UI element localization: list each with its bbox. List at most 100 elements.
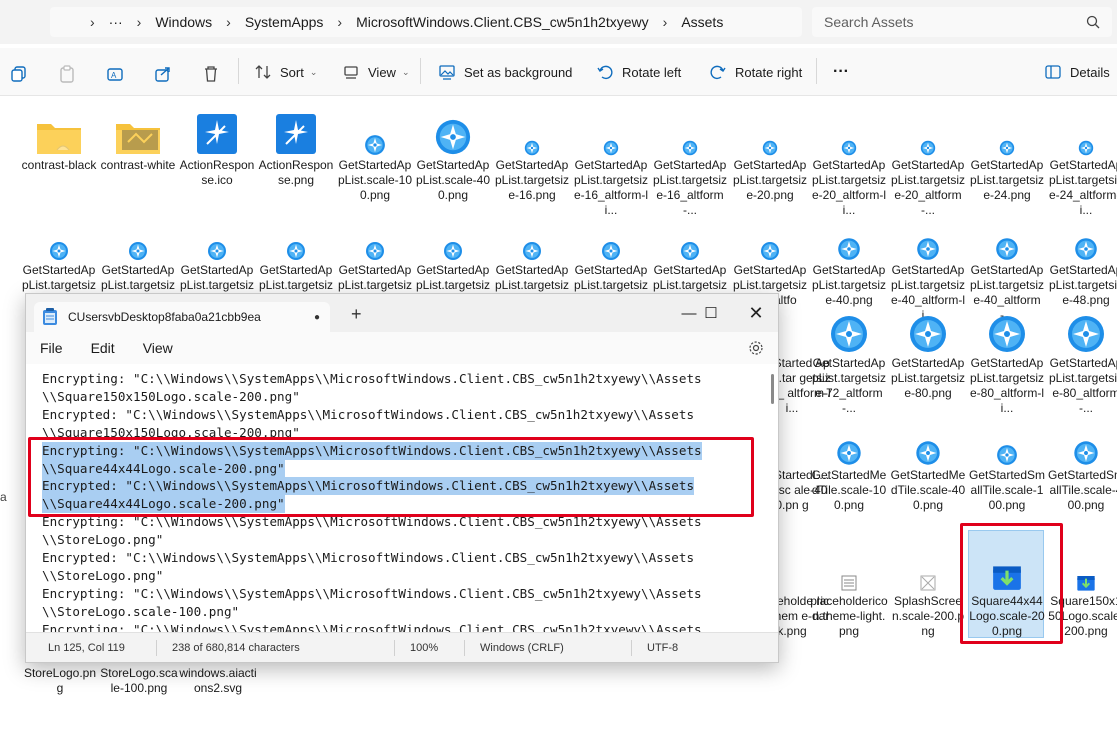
file-item-thumbnail — [99, 102, 177, 156]
rename-button[interactable]: A — [106, 60, 132, 88]
breadcrumb-systemapps[interactable]: SystemApps — [245, 14, 324, 30]
file-item[interactable]: ActionResponse.ico — [178, 102, 256, 188]
chevron-right-icon: › — [226, 14, 231, 30]
notepad-tab[interactable]: CUsersvbDesktop8faba0a21cbb9ea ● — [34, 302, 330, 332]
character-count: 238 of 680,814 characters — [172, 642, 300, 654]
file-name-label: contrast-black — [21, 158, 97, 172]
line-ending[interactable]: Windows (CRLF) — [480, 642, 564, 654]
notepad-icon — [43, 308, 57, 325]
menu-file[interactable]: File — [40, 340, 63, 356]
file-item[interactable]: GetStartedMedTile.scale-400.png — [889, 412, 967, 513]
file-item[interactable]: GetStartedAppList.targetsize-20_altform-… — [889, 102, 967, 218]
share-button[interactable] — [154, 60, 180, 88]
file-item[interactable]: GetStartedAppList.targetsize-20_altform-… — [810, 102, 888, 218]
file-item[interactable]: ActionResponse.png — [257, 102, 335, 188]
notepad-menu-bar: File Edit View — [26, 332, 778, 364]
file-item[interactable]: GetStartedAppList.targetsize-16.png — [493, 102, 571, 203]
file-item-thumbnail — [731, 102, 809, 156]
file-item[interactable]: GetStartedAppList.targetsize-80_altform-… — [1047, 300, 1117, 416]
file-name-label: ActionResponse.png — [258, 158, 334, 187]
view-button[interactable]: View ⌄ — [342, 58, 410, 86]
file-item-thumbnail — [651, 102, 729, 156]
rotate-left-button[interactable]: Rotate left — [596, 58, 681, 86]
text-line[interactable]: Encrypting: "C:\\Windows\\SystemApps\\Mi… — [42, 370, 702, 388]
text-line[interactable]: \\StoreLogo.png" — [42, 531, 163, 549]
breadcrumb-package[interactable]: MicrosoftWindows.Client.CBS_cw5n1h2txyew… — [356, 14, 649, 30]
chevron-right-icon: › — [90, 14, 95, 30]
breadcrumb[interactable]: › ··· › Windows › SystemApps › Microsoft… — [50, 7, 802, 37]
text-line[interactable]: Encrypted: "C:\\Windows\\SystemApps\\Mic… — [42, 406, 694, 424]
zoom-level[interactable]: 100% — [410, 642, 438, 654]
file-item[interactable]: GetStartedAppList.targetsize-24_altform-… — [1047, 102, 1117, 218]
chevron-right-icon: › — [337, 14, 343, 30]
more-options-button[interactable]: ··· — [833, 58, 849, 86]
file-item[interactable]: GetStartedAppList.targetsize-16_altform-… — [572, 102, 650, 218]
file-item-thumbnail — [968, 102, 1046, 156]
encoding[interactable]: UTF-8 — [647, 642, 678, 654]
close-button[interactable]: ✕ — [733, 299, 779, 327]
file-item[interactable]: GetStartedAppList.scale-100.png — [336, 102, 414, 203]
file-item-thumbnail — [414, 102, 492, 156]
delete-button[interactable] — [202, 60, 228, 88]
file-name-label: contrast-white — [100, 158, 176, 172]
text-line[interactable]: Encrypted: "C:\\Windows\\SystemApps\\Mic… — [42, 549, 694, 567]
set-background-label: Set as background — [464, 64, 573, 80]
file-item-thumbnail — [968, 300, 1046, 354]
file-item[interactable]: GetStartedSmallTile.scale-400.png — [1047, 412, 1117, 513]
file-item[interactable]: GetStartedAppList.targetsize-80.png — [889, 300, 967, 401]
file-item[interactable]: GetStartedAppList.targetsize-16_altform-… — [651, 102, 729, 218]
paste-button[interactable] — [58, 60, 84, 88]
file-name-label: GetStartedSmallTile.scale-400.png — [1047, 468, 1117, 512]
file-item-thumbnail — [968, 412, 1046, 466]
copy-button[interactable] — [10, 60, 36, 88]
settings-gear-icon[interactable] — [748, 340, 764, 356]
file-name-label: GetStartedAppList.targetsize-20.png — [732, 158, 808, 202]
menu-view[interactable]: View — [143, 340, 173, 356]
overflow-dots-icon[interactable]: ··· — [109, 14, 123, 30]
file-item-thumbnail — [414, 207, 492, 261]
set-as-background-button[interactable]: Set as background — [438, 58, 572, 86]
breadcrumb-assets[interactable]: Assets — [681, 14, 723, 30]
search-input[interactable]: Search Assets — [812, 7, 1112, 37]
cursor-position: Ln 125, Col 119 — [48, 642, 125, 654]
annotation-highlight-lines — [28, 437, 754, 517]
new-tab-button[interactable]: + — [351, 304, 362, 325]
breadcrumb-windows[interactable]: Windows — [155, 14, 212, 30]
file-item-thumbnail — [810, 102, 888, 156]
text-line[interactable]: \\StoreLogo.scale-100.png" — [42, 603, 239, 621]
sort-button[interactable]: Sort ⌄ — [254, 58, 317, 86]
file-name-label: GetStartedAppList.targetsize-80_altform-… — [969, 356, 1045, 415]
text-line[interactable]: \\Square150x150Logo.scale-200.png" — [42, 388, 300, 406]
file-item[interactable]: contrast-white — [99, 102, 177, 173]
file-item[interactable]: GetStartedSmallTile.scale-100.png — [968, 412, 1046, 513]
file-item[interactable]: GetStartedAppList.targetsize-48.png — [1047, 207, 1117, 308]
file-item-thumbnail — [178, 102, 256, 156]
file-item[interactable]: GetStartedAppList.scale-400.png — [414, 102, 492, 203]
rotate-right-button[interactable]: Rotate right — [709, 58, 802, 86]
details-button[interactable]: Details — [1044, 58, 1110, 86]
file-item-thumbnail — [651, 207, 729, 261]
file-item-thumbnail — [336, 102, 414, 156]
file-name-label: StoreLogo.png — [23, 666, 97, 695]
file-item-thumbnail — [493, 102, 571, 156]
maximize-button[interactable]: ☐ — [688, 299, 734, 327]
set-background-icon — [439, 65, 455, 80]
text-line[interactable]: \\StoreLogo.png" — [42, 567, 163, 585]
menu-edit[interactable]: Edit — [91, 340, 115, 356]
file-name-label: windows.aiactions2.svg — [179, 666, 257, 695]
file-item[interactable]: GetStartedAppList.targetsize-20.png — [731, 102, 809, 203]
file-item[interactable]: SplashScreen.scale-200.png — [889, 538, 967, 639]
file-item[interactable]: GetStartedAppList.targetsize-24.png — [968, 102, 1046, 203]
text-line[interactable]: Encrypting: "C:\\Windows\\SystemApps\\Mi… — [42, 585, 702, 603]
file-item[interactable]: GetStartedAppList.targetsize-40.png — [810, 207, 888, 308]
file-item-thumbnail — [1047, 207, 1117, 261]
file-item[interactable]: contrast-black — [20, 102, 98, 173]
file-name-label: SplashScreen.scale-200.png — [891, 594, 965, 638]
unsaved-dot-icon[interactable]: ● — [314, 312, 320, 323]
vertical-scrollbar-thumb[interactable] — [771, 374, 774, 404]
file-item[interactable]: GetStartedAppList.targetsize-80_altform-… — [968, 300, 1046, 416]
notepad-title-bar[interactable]: CUsersvbDesktop8faba0a21cbb9ea ● + — ☐ ✕ — [26, 294, 778, 332]
share-icon — [155, 67, 170, 82]
text-line[interactable]: Encrypting: "C:\\Windows\\SystemApps\\Mi… — [42, 621, 702, 632]
file-item-thumbnail — [731, 207, 809, 261]
